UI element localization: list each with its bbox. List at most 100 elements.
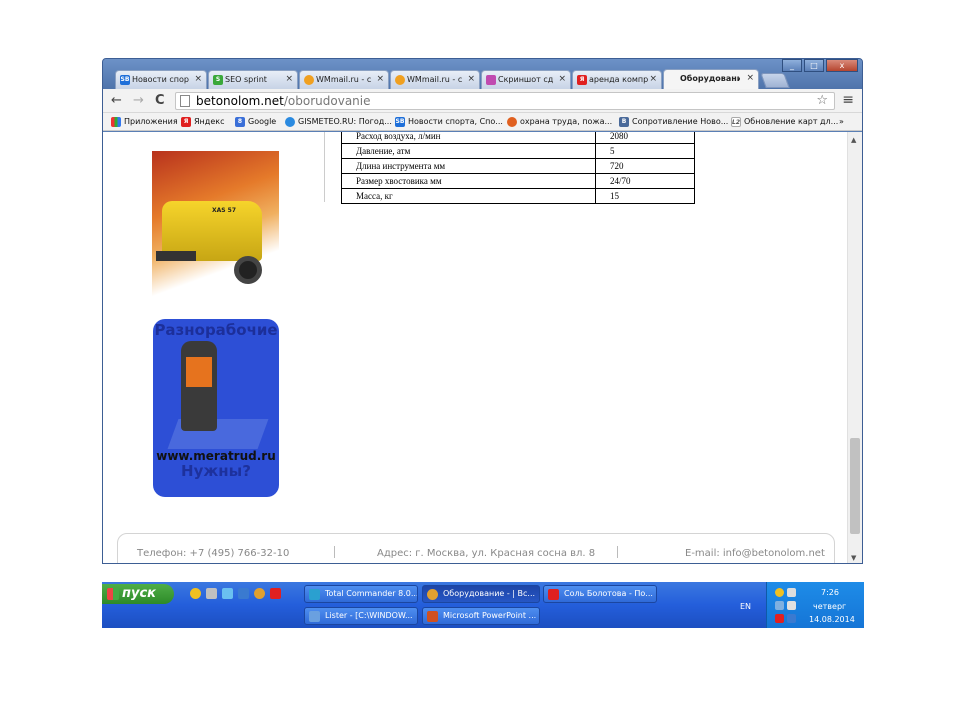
quicklaunch-smiley-icon[interactable] xyxy=(190,588,201,599)
bookmark-gismeteo[interactable]: GISMETEO.RU: Погод... xyxy=(285,113,392,131)
reload-icon[interactable]: C xyxy=(155,93,165,108)
taskbar-total-commander[interactable]: Total Commander 8.0... xyxy=(304,585,418,603)
language-indicator[interactable]: EN xyxy=(740,602,751,611)
compressor-image[interactable]: XAS 57 xyxy=(152,151,279,299)
page-icon xyxy=(180,95,190,107)
spec-value: 2080 xyxy=(595,132,695,144)
new-tab-button[interactable] xyxy=(760,73,790,88)
clock-time[interactable]: 7:26 xyxy=(821,588,839,597)
tab-arenda[interactable]: Я аренда компр × xyxy=(572,70,662,89)
taskbar-lister[interactable]: Lister - [C:\WINDOW... xyxy=(304,607,418,625)
sb-icon: SB xyxy=(120,75,130,85)
bookmark-novosti[interactable]: SB Новости спорта, Спо... xyxy=(395,113,503,131)
monitor-tray-icon[interactable] xyxy=(787,614,796,623)
close-icon[interactable]: × xyxy=(285,71,293,88)
tab-wmmail-2[interactable]: WMmail.ru - с × xyxy=(390,70,480,89)
quicklaunch-tool-icon[interactable] xyxy=(206,588,217,599)
feather-icon xyxy=(486,75,496,85)
page-viewport: XAS 57 Разнорабочие www.meratrud.ru Нужн… xyxy=(103,132,847,563)
worker-ad-banner[interactable]: Разнорабочие www.meratrud.ru Нужны? xyxy=(153,319,279,497)
bookmark-apps[interactable]: Приложения xyxy=(111,113,178,131)
browser-window: SB Новости спор × S SEO sprint × WMmail.… xyxy=(102,58,863,564)
menu-icon[interactable]: ≡ xyxy=(842,92,854,108)
bookmark-yandex[interactable]: Я Яндекс xyxy=(181,113,224,131)
spec-value: 15 xyxy=(595,188,695,204)
close-icon[interactable]: × xyxy=(649,71,657,88)
compressor-hitch xyxy=(156,251,196,261)
bookmark-vk[interactable]: B Сопротивление Ново... xyxy=(619,113,728,131)
bookmark-label: охрана труда, пожа... xyxy=(520,117,613,126)
bookmark-label: Яндекс xyxy=(194,117,225,126)
bookmark-google[interactable]: 8 Google xyxy=(235,113,276,131)
network-icon[interactable] xyxy=(775,601,784,610)
tab-wmmail-1[interactable]: WMmail.ru - с × xyxy=(299,70,389,89)
bookmarks-more[interactable]: » xyxy=(839,113,844,131)
taskbar-label: Microsoft PowerPoint ... xyxy=(443,611,537,620)
bookmark-star-icon[interactable]: ☆ xyxy=(816,93,828,108)
chrome-icon xyxy=(427,589,438,600)
forward-icon[interactable]: → xyxy=(133,93,144,108)
url-path: /oborudovanie xyxy=(283,94,371,108)
browser-toolbar: ← → C betonolom.net/oborudovanie ☆ ≡ xyxy=(103,89,862,113)
taskbar-powerpoint[interactable]: Microsoft PowerPoint ... xyxy=(422,607,540,625)
column-divider xyxy=(324,132,325,202)
close-icon[interactable]: × xyxy=(467,71,475,88)
window-controls: _ □ x xyxy=(780,59,858,73)
vertical-scrollbar[interactable]: ▲ ▼ xyxy=(847,132,862,563)
tab-screenshot[interactable]: Скриншот сд × xyxy=(481,70,571,89)
close-icon[interactable]: × xyxy=(194,71,202,88)
footer-separator xyxy=(334,546,335,558)
lister-icon xyxy=(309,611,320,622)
close-icon[interactable]: × xyxy=(746,70,754,87)
tab-label: Оборудовани xyxy=(680,74,740,83)
spec-name: Масса, кг xyxy=(341,188,596,204)
spec-name: Расход воздуха, л/мин xyxy=(341,132,596,144)
quicklaunch-chrome-icon[interactable] xyxy=(254,588,265,599)
tab-seo-sprint[interactable]: S SEO sprint × xyxy=(208,70,298,89)
start-label: пуск xyxy=(122,586,156,601)
volume-icon[interactable] xyxy=(787,588,796,597)
scroll-up-icon[interactable]: ▲ xyxy=(851,136,856,144)
spec-name: Размер хвостовика мм xyxy=(341,173,596,189)
worker-vest xyxy=(186,357,212,387)
start-button[interactable]: пуск xyxy=(102,584,174,604)
tab-label: Новости спор xyxy=(132,75,189,84)
smiley-tray-icon[interactable] xyxy=(775,588,784,597)
quicklaunch-yandex-icon[interactable] xyxy=(270,588,281,599)
footer-phone: Телефон: +7 (495) 766-32-10 xyxy=(137,548,290,559)
taskbar-label: Оборудование - | Вс... xyxy=(443,589,536,598)
compressor-wheel xyxy=(234,256,262,284)
banner-tagline: Нужны? xyxy=(181,462,251,480)
l2-icon: L2 xyxy=(731,117,741,127)
tab-label: аренда компр xyxy=(589,75,649,84)
taskbar-oborudovanie[interactable]: Оборудование - | Вс... xyxy=(422,585,540,603)
taskbar-sol-bolotova[interactable]: Соль Болотова - По... xyxy=(543,585,657,603)
quicklaunch-ie-icon[interactable] xyxy=(222,588,233,599)
bookmark-label: Google xyxy=(248,117,277,126)
spec-value: 5 xyxy=(595,143,695,159)
bookmark-ohrana[interactable]: охрана труда, пожа... xyxy=(507,113,612,131)
maximize-button[interactable]: □ xyxy=(804,59,824,72)
spec-name: Давление, атм xyxy=(341,143,596,159)
footer-email[interactable]: E-mail: info@betonolom.net xyxy=(685,548,825,559)
address-bar[interactable]: betonolom.net/oborudovanie xyxy=(175,92,835,110)
windows-logo-icon xyxy=(107,588,119,600)
url-host: betonolom.net xyxy=(196,94,284,108)
minimize-button[interactable]: _ xyxy=(782,59,802,72)
tab-oborudovanie[interactable]: Оборудовани × xyxy=(663,69,759,89)
close-icon[interactable]: × xyxy=(376,71,384,88)
scroll-thumb[interactable] xyxy=(850,438,860,534)
powerpoint-icon xyxy=(427,611,438,622)
close-icon[interactable]: × xyxy=(558,71,566,88)
close-window-button[interactable]: x xyxy=(826,59,858,72)
wmmail-icon xyxy=(304,75,314,85)
tab-novosti-sporta[interactable]: SB Новости спор × xyxy=(115,70,207,89)
bookmark-maps[interactable]: L2 Обновление карт дл... xyxy=(731,113,838,131)
k-tray-icon[interactable] xyxy=(775,614,784,623)
scroll-down-icon[interactable]: ▼ xyxy=(851,554,856,562)
bookmark-label: GISMETEO.RU: Погод... xyxy=(298,117,392,126)
back-icon[interactable]: ← xyxy=(111,93,122,108)
system-tray: 7:26 четверг 14.08.2014 xyxy=(766,582,864,628)
shield-tray-icon[interactable] xyxy=(787,601,796,610)
quicklaunch-desktop-icon[interactable] xyxy=(238,588,249,599)
